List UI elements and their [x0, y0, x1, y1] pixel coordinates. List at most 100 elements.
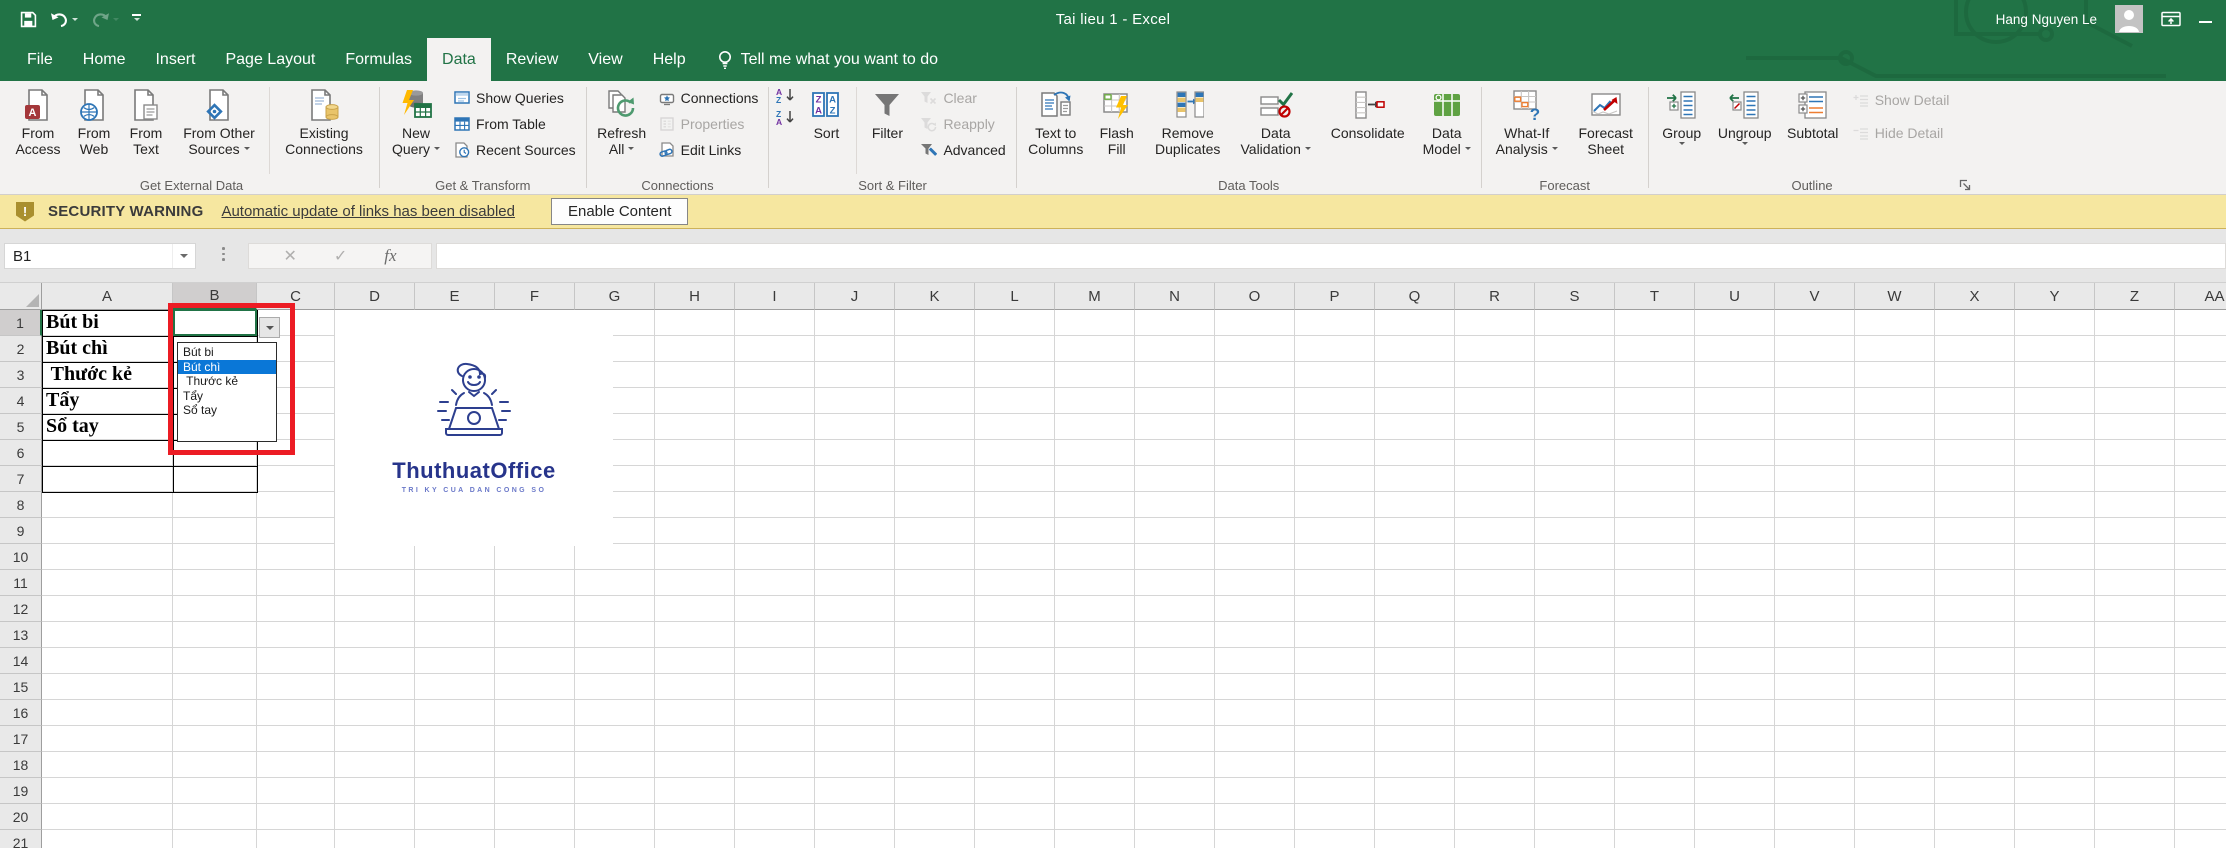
- row-header-13[interactable]: 13: [0, 622, 42, 648]
- from-text-button[interactable]: From Text: [120, 83, 172, 178]
- row-header-16[interactable]: 16: [0, 700, 42, 726]
- tab-help[interactable]: Help: [638, 38, 701, 81]
- save-button[interactable]: [20, 11, 37, 28]
- user-avatar[interactable]: [2115, 5, 2143, 33]
- minimize-button[interactable]: [2199, 10, 2212, 28]
- redo-dropdown-caret[interactable]: [113, 17, 119, 24]
- column-header-X[interactable]: X: [1935, 283, 2015, 310]
- column-header-T[interactable]: T: [1615, 283, 1695, 310]
- column-header-H[interactable]: H: [655, 283, 735, 310]
- column-header-U[interactable]: U: [1695, 283, 1775, 310]
- column-header-D[interactable]: D: [335, 283, 415, 310]
- insert-function-icon[interactable]: fx: [384, 246, 396, 266]
- row-header-9[interactable]: 9: [0, 518, 42, 544]
- column-header-K[interactable]: K: [895, 283, 975, 310]
- clear-filter-button[interactable]: Clear: [916, 85, 1009, 110]
- row-header-5[interactable]: 5: [0, 414, 42, 440]
- remove-duplicates-button[interactable]: Remove Duplicates: [1143, 83, 1233, 178]
- ungroup-button[interactable]: Ungroup: [1711, 83, 1779, 178]
- group-button[interactable]: Group: [1653, 83, 1711, 178]
- text-to-columns-button[interactable]: Text to Columns: [1021, 83, 1091, 178]
- show-detail-button[interactable]: Show Detail: [1849, 87, 1954, 112]
- column-header-F[interactable]: F: [495, 283, 575, 310]
- from-table-button[interactable]: From Table: [450, 111, 580, 136]
- show-queries-button[interactable]: Show Queries: [450, 85, 580, 110]
- tell-me-box[interactable]: Tell me what you want to do: [717, 38, 938, 81]
- column-header-N[interactable]: N: [1135, 283, 1215, 310]
- row-header-4[interactable]: 4: [0, 388, 42, 414]
- undo-dropdown-caret[interactable]: [72, 17, 78, 24]
- customize-quick-access-toolbar-button[interactable]: [132, 14, 141, 24]
- what-if-analysis-button[interactable]: ? What-If Analysis: [1486, 83, 1568, 178]
- row-header-21[interactable]: 21: [0, 830, 42, 848]
- reapply-filter-button[interactable]: Reapply: [916, 111, 1009, 136]
- column-header-E[interactable]: E: [415, 283, 495, 310]
- cancel-entry-icon[interactable]: ✕: [283, 246, 296, 266]
- ribbon-display-options-button[interactable]: [2161, 11, 2181, 28]
- select-all-corner[interactable]: [0, 283, 42, 310]
- row-header-6[interactable]: 6: [0, 440, 42, 466]
- row-header-3[interactable]: 3: [0, 362, 42, 388]
- formula-input[interactable]: [436, 243, 2226, 269]
- column-header-R[interactable]: R: [1455, 283, 1535, 310]
- name-box[interactable]: B1: [4, 243, 196, 269]
- existing-connections-button[interactable]: Existing Connections: [273, 83, 375, 178]
- recent-sources-button[interactable]: Recent Sources: [450, 137, 580, 162]
- column-headers[interactable]: A B C D E F G H I J K L M N O P Q R S T U V W X Y Z AA: [42, 283, 2226, 310]
- user-name[interactable]: Hang Nguyen Le: [1996, 12, 2097, 27]
- hide-detail-button[interactable]: Hide Detail: [1849, 120, 1954, 145]
- cells-area[interactable]: ThuthuatOffice TRI KY CUA DAN CONG SO Bú…: [42, 303, 2226, 848]
- column-header-O[interactable]: O: [1215, 283, 1295, 310]
- column-header-Y[interactable]: Y: [2015, 283, 2095, 310]
- redo-button[interactable]: [91, 12, 119, 27]
- row-header-15[interactable]: 15: [0, 674, 42, 700]
- row-header-20[interactable]: 20: [0, 804, 42, 830]
- tab-file[interactable]: File: [12, 38, 68, 81]
- tab-view[interactable]: View: [573, 38, 637, 81]
- tab-data[interactable]: Data: [427, 38, 491, 81]
- properties-button[interactable]: Properties: [655, 111, 763, 136]
- edit-links-button[interactable]: Edit Links: [655, 137, 763, 162]
- row-header-14[interactable]: 14: [0, 648, 42, 674]
- undo-button[interactable]: [50, 12, 78, 27]
- sort-descending-button[interactable]: ZA: [775, 109, 797, 125]
- row-header-7[interactable]: 7: [0, 466, 42, 492]
- column-header-G[interactable]: G: [575, 283, 655, 310]
- column-header-I[interactable]: I: [735, 283, 815, 310]
- tab-review[interactable]: Review: [491, 38, 573, 81]
- cell-A1[interactable]: Bút bi: [46, 310, 171, 336]
- column-header-L[interactable]: L: [975, 283, 1055, 310]
- from-web-button[interactable]: From Web: [68, 83, 120, 178]
- name-box-dropdown-caret[interactable]: [172, 244, 195, 268]
- data-model-button[interactable]: Data Model: [1417, 83, 1477, 178]
- connections-button[interactable]: Connections: [655, 85, 763, 110]
- row-header-12[interactable]: 12: [0, 596, 42, 622]
- column-header-Z[interactable]: Z: [2095, 283, 2175, 310]
- enable-content-button[interactable]: Enable Content: [550, 198, 689, 225]
- column-header-A[interactable]: A: [42, 283, 173, 310]
- row-header-8[interactable]: 8: [0, 492, 42, 518]
- row-header-19[interactable]: 19: [0, 778, 42, 804]
- row-header-1[interactable]: 1: [0, 310, 42, 336]
- row-header-11[interactable]: 11: [0, 570, 42, 596]
- cell-A5[interactable]: Sổ tay: [46, 414, 171, 440]
- column-header-M[interactable]: M: [1055, 283, 1135, 310]
- consolidate-button[interactable]: Consolidate: [1319, 83, 1417, 178]
- row-header-17[interactable]: 17: [0, 726, 42, 752]
- confirm-entry-icon[interactable]: ✓: [334, 246, 347, 266]
- forecast-sheet-button[interactable]: Forecast Sheet: [1568, 83, 1644, 178]
- advanced-filter-button[interactable]: Advanced: [916, 137, 1009, 162]
- sort-button[interactable]: ZAAZ Sort: [799, 83, 853, 178]
- column-header-Q[interactable]: Q: [1375, 283, 1455, 310]
- cell-A4[interactable]: Tẩy: [46, 388, 171, 414]
- column-header-V[interactable]: V: [1775, 283, 1855, 310]
- outline-dialog-launcher-icon[interactable]: [1959, 179, 1971, 191]
- tab-formulas[interactable]: Formulas: [330, 38, 427, 81]
- column-header-S[interactable]: S: [1535, 283, 1615, 310]
- data-validation-button[interactable]: Data Validation: [1233, 83, 1319, 178]
- flash-fill-button[interactable]: Flash Fill: [1091, 83, 1143, 178]
- cell-A3[interactable]: Thước kẻ: [46, 362, 171, 388]
- tab-insert[interactable]: Insert: [140, 38, 210, 81]
- column-header-AA[interactable]: AA: [2175, 283, 2226, 310]
- row-header-2[interactable]: 2: [0, 336, 42, 362]
